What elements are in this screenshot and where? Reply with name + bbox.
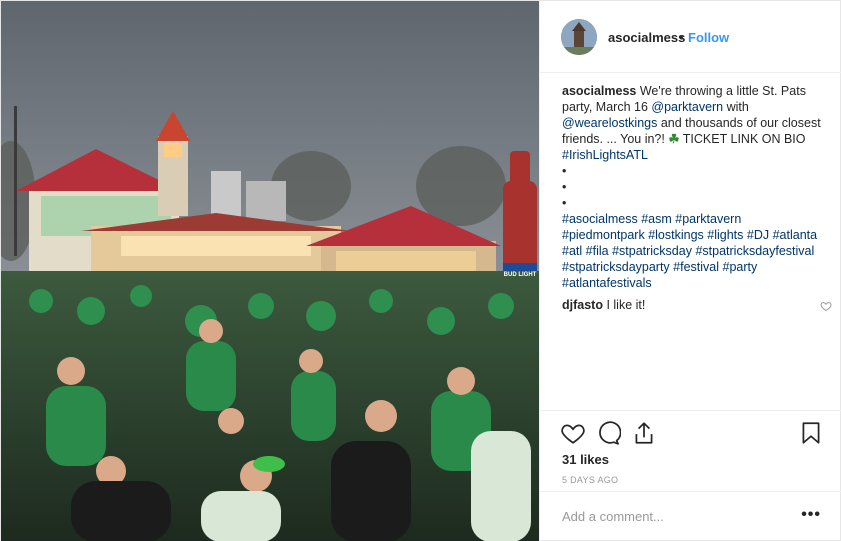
hashtag[interactable]: #fila	[586, 244, 609, 258]
party-photo-illustration: BUD LIGHT	[1, 1, 539, 541]
hashtag[interactable]: #party	[723, 260, 758, 274]
comment: djfasto I like it!	[562, 297, 832, 313]
hashtag[interactable]: #DJ	[747, 228, 769, 242]
caption-text-2: with	[723, 100, 749, 114]
mention-wearelostkings[interactable]: @wearelostkings	[562, 116, 657, 130]
comment-username[interactable]: djfasto	[562, 298, 603, 312]
action-bar	[540, 410, 841, 452]
hashtag[interactable]: #stpatricksdayparty	[562, 260, 670, 274]
hashtag[interactable]: #piedmontpark	[562, 228, 645, 242]
follow-button[interactable]: Follow	[688, 30, 729, 45]
caption: asocialmess We're throwing a little St. …	[562, 83, 824, 291]
post-timestamp[interactable]: 5 DAYS AGO	[562, 475, 618, 485]
hashtag[interactable]: #atlantafestivals	[562, 276, 652, 290]
hashtag[interactable]: #lights	[707, 228, 743, 242]
hashtag[interactable]: #parktavern	[675, 212, 741, 226]
avatar-image	[561, 19, 597, 55]
bookmark-icon[interactable]	[798, 420, 824, 446]
caption-text-4: TICKET LINK ON BIO	[679, 132, 806, 146]
more-options-button[interactable]: •••	[801, 506, 821, 524]
hashtag[interactable]: #asm	[641, 212, 672, 226]
hashtag-irishlightsatl[interactable]: #IrishLightsATL	[562, 148, 648, 162]
hashtag[interactable]: #stpatricksday	[612, 244, 692, 258]
likes-count[interactable]: 31 likes	[562, 452, 609, 467]
hashtag[interactable]: #atl	[562, 244, 582, 258]
avatar[interactable]	[561, 19, 597, 55]
header-separator: •	[679, 30, 684, 45]
post-photo[interactable]: BUD LIGHT	[1, 1, 539, 541]
post-sidebar: asocialmess • Follow asocialmess We're t…	[539, 1, 841, 541]
post-frame: BUD LIGHT asocialmess • Follow asocialme…	[0, 0, 841, 541]
caption-bullet: •	[562, 164, 567, 178]
caption-bullet: •	[562, 180, 567, 194]
hashtag[interactable]: #stpatricksdayfestival	[695, 244, 814, 258]
comment-icon[interactable]	[595, 420, 621, 446]
hashtag[interactable]: #asocialmess	[562, 212, 638, 226]
hashtag[interactable]: #atlanta	[773, 228, 817, 242]
post-header: asocialmess • Follow	[540, 1, 841, 73]
clover-icon: ☘	[668, 132, 680, 146]
header-username[interactable]: asocialmess	[608, 30, 685, 45]
add-comment-input[interactable]: Add a comment...	[562, 509, 664, 524]
mention-parktavern[interactable]: @parktavern	[651, 100, 723, 114]
hashtag[interactable]: #lostkings	[648, 228, 704, 242]
add-comment-bar: Add a comment... •••	[540, 491, 841, 541]
bottle-label: BUD LIGHT	[504, 272, 537, 278]
comments-section: asocialmess We're throwing a little St. …	[562, 83, 832, 313]
heart-icon[interactable]	[560, 420, 586, 446]
caption-username[interactable]: asocialmess	[562, 84, 636, 98]
share-icon[interactable]	[631, 420, 657, 446]
comment-text: I like it!	[602, 298, 646, 312]
hashtag[interactable]: #festival	[673, 260, 719, 274]
comment-heart-icon[interactable]	[820, 300, 832, 312]
caption-bullet: •	[562, 196, 567, 210]
